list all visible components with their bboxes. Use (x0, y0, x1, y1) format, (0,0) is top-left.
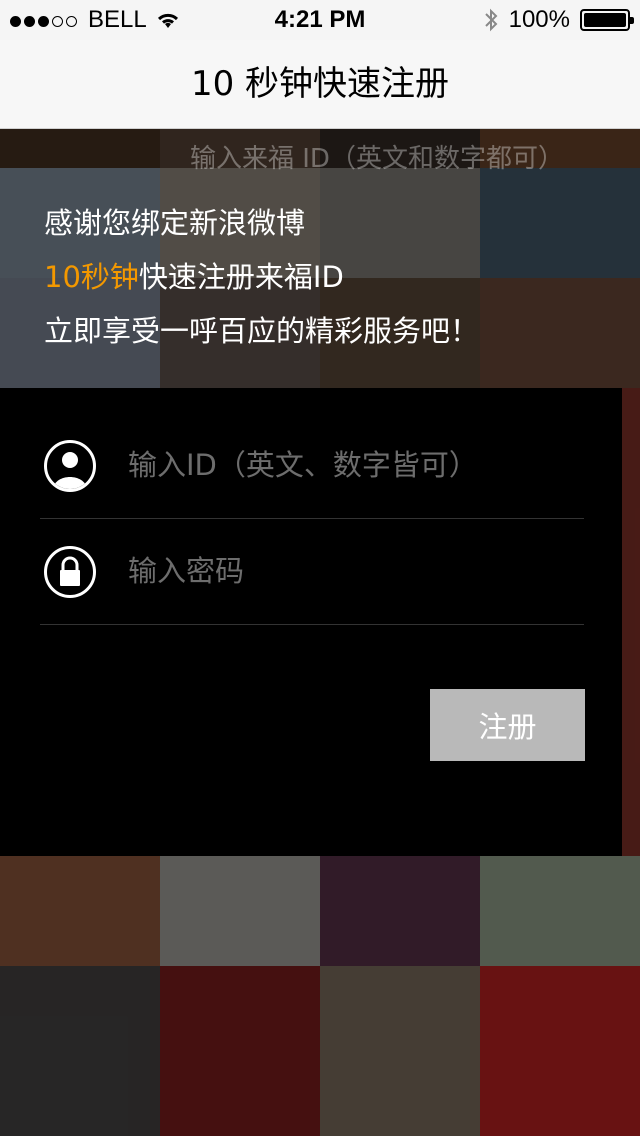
password-field-row (40, 518, 584, 625)
intro-message: 感谢您绑定新浪微博 10秒钟快速注册来福ID 立即享受一呼百应的精彩服务吧！ (44, 196, 479, 358)
nav-bar: 10 秒钟快速注册 (0, 40, 640, 129)
register-button[interactable]: 注册 (430, 689, 585, 761)
battery-percent: 100% (508, 6, 570, 33)
bluetooth-icon (484, 8, 498, 32)
intro-line-2: 10秒钟快速注册来福ID (44, 250, 479, 304)
password-input[interactable] (126, 542, 570, 600)
intro-line-1: 感谢您绑定新浪微博 (44, 206, 306, 240)
status-bar: BELL 4:21 PM 100% (0, 0, 640, 40)
lock-icon (44, 546, 96, 598)
register-form-panel: 注册 (0, 388, 622, 856)
intro-line-3: 立即享受一呼百应的精彩服务吧！ (44, 314, 480, 348)
page-title: 10 秒钟快速注册 (190, 64, 450, 104)
battery-icon (580, 9, 634, 31)
intro-line-2-rest: 快速注册来福ID (138, 260, 344, 294)
user-icon (44, 440, 96, 492)
id-input[interactable] (126, 436, 570, 494)
intro-highlight: 10秒钟 (44, 260, 139, 294)
id-field-row (40, 412, 584, 519)
background-hint-text: 输入来福 ID（英文和数字都可） (190, 144, 564, 174)
